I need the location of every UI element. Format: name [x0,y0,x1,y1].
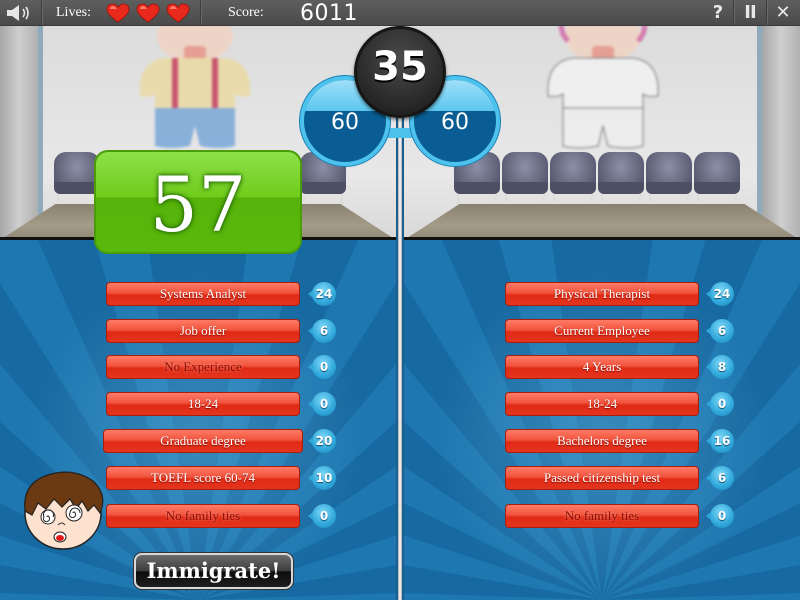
immigrate-button[interactable]: Immigrate! [134,553,293,589]
right-attribute-pill[interactable]: 18-24 [505,392,699,416]
left-applicant-figure[interactable] [120,26,270,166]
speaker-icon [7,5,29,21]
left-total-score: 57 [149,160,247,249]
heart-icon [106,3,130,23]
right-attribute-points-badge: 16 [706,429,734,453]
floor [404,204,800,240]
right-attribute-points-badge: 0 [706,504,734,528]
right-attribute-pill[interactable]: Current Employee [505,319,699,343]
right-attribute-pill[interactable]: No family ties [505,504,699,528]
countdown-timer: 35 [354,26,446,118]
divider [200,0,201,25]
divider [41,0,42,25]
lives-hearts [106,3,190,23]
right-attribute-points-badge: 0 [706,392,734,416]
left-threshold-value: 60 [331,110,359,135]
right-attribute-points-badge: 8 [706,355,734,379]
divider [733,0,734,25]
wall [0,26,43,240]
right-attribute-pill[interactable]: 4 Years [505,355,699,379]
right-attribute-pill[interactable]: Physical Therapist [505,282,699,306]
right-attribute-points-badge: 6 [706,466,734,490]
right-applicant-figure[interactable] [528,26,678,166]
score-value: 6011 [300,1,358,26]
heart-icon [166,3,190,23]
right-threshold-value: 60 [441,110,469,135]
right-attribute-pill[interactable]: Passed citizenship test [505,466,699,490]
top-bar: Lives: Score: 6011 ? II ✕ [0,0,800,26]
timer-value: 35 [372,44,428,90]
lives-label: Lives: [56,5,91,20]
left-total-score-panel: 57 [94,150,302,254]
wall [757,26,800,240]
right-attribute-points-badge: 6 [706,319,734,343]
sound-toggle-button[interactable] [5,3,35,23]
score-label: Score: [228,5,264,20]
pause-button[interactable]: II [735,1,765,25]
player-avatar-dizzy-face [24,471,104,550]
right-attribute-pill[interactable]: Bachelors degree [505,429,699,453]
close-button[interactable]: ✕ [768,1,798,25]
divider [766,0,767,25]
help-button[interactable]: ? [703,1,733,25]
heart-icon [136,3,160,23]
right-attribute-points-badge: 24 [706,282,734,306]
